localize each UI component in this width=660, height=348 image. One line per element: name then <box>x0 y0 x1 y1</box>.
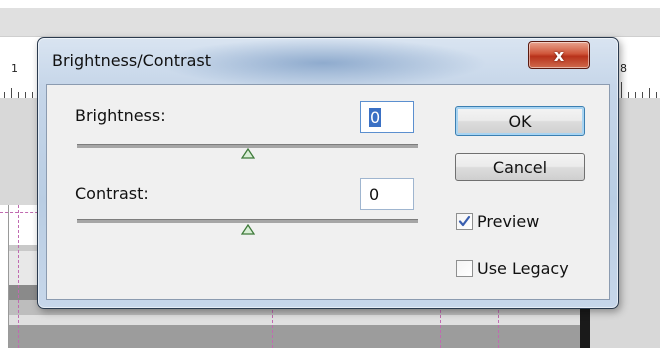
cancel-button-label: Cancel <box>492 157 548 177</box>
dialog-content: Brightness: 0 Contrast: 0 OK Cancel Prev… <box>46 84 610 300</box>
use-legacy-label[interactable]: Use Legacy <box>477 259 569 278</box>
brightness-value: 0 <box>369 107 382 127</box>
ruler-tick <box>621 82 622 98</box>
contrast-input[interactable]: 0 <box>360 178 414 210</box>
ruler-number-left: 1 <box>11 62 18 75</box>
app-options-bar <box>0 8 660 37</box>
dialog-title: Brightness/Contrast <box>52 51 211 70</box>
vertical-ruler <box>0 205 9 348</box>
brightness-label: Brightness: <box>75 106 166 125</box>
brightness-input[interactable]: 0 <box>360 101 414 133</box>
ok-button[interactable]: OK <box>455 106 585 136</box>
preview-checkbox[interactable] <box>456 213 473 230</box>
cancel-button[interactable]: Cancel <box>455 153 585 181</box>
brightness-contrast-dialog: Brightness/Contrast x Brightness: 0 Cont… <box>37 37 619 309</box>
contrast-slider-track[interactable] <box>77 219 418 223</box>
ruler-number-right: 8 <box>620 62 627 75</box>
use-legacy-checkbox[interactable] <box>456 260 473 277</box>
close-button[interactable]: x <box>528 41 590 69</box>
ruler-tick <box>11 88 12 98</box>
preview-label[interactable]: Preview <box>477 212 539 231</box>
ok-button-label: OK <box>508 111 532 131</box>
guide-line <box>18 205 19 348</box>
close-icon: x <box>553 45 565 65</box>
contrast-label: Contrast: <box>75 184 149 203</box>
checkmark-icon <box>458 215 471 227</box>
contrast-value: 0 <box>369 184 380 204</box>
brightness-slider-thumb[interactable] <box>241 148 255 159</box>
ruler-tick <box>649 88 650 98</box>
contrast-slider-thumb[interactable] <box>241 224 255 235</box>
